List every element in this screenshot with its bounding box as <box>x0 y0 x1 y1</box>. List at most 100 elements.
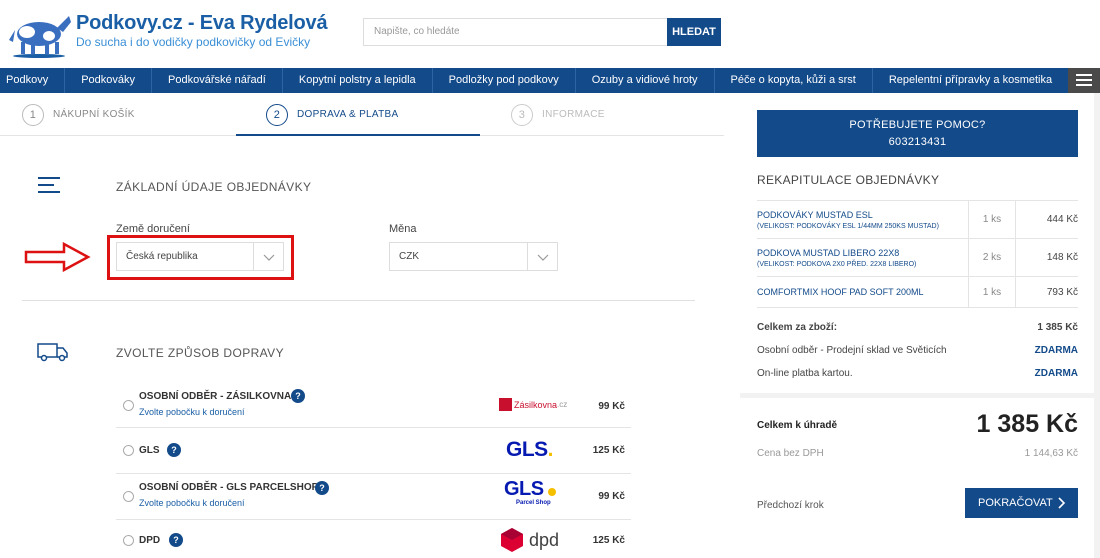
step-number: 2 <box>266 103 288 126</box>
step-information: 3 INFORMACE <box>511 93 605 136</box>
order-details-icon <box>38 177 60 195</box>
net-label: Cena bez DPH <box>757 448 824 459</box>
horse-logo-icon[interactable] <box>5 8 73 58</box>
item-variant: (VELIKOST: PODKOVÁKY ESL 1/44MM 250KS MU… <box>757 223 939 230</box>
search-button[interactable]: HLEDAT <box>667 18 721 46</box>
goods-total-label: Celkem za zboží: <box>757 322 838 333</box>
shipping-option-dpd[interactable]: DPD ? dpd 125 Kč <box>116 520 631 558</box>
radio-button[interactable] <box>123 445 134 456</box>
item-qty: 1 ks <box>968 201 1016 238</box>
item-name[interactable]: PODKOVA MUSTAD LIBERO 22X8 <box>757 248 899 258</box>
item-price: 148 Kč <box>1046 252 1078 263</box>
truck-icon <box>37 343 68 362</box>
previous-step-link[interactable]: Předchozí krok <box>757 500 824 511</box>
help-icon[interactable]: ? <box>167 443 181 457</box>
shipping-price: 99 Kč <box>598 491 625 502</box>
step-number: 1 <box>22 103 44 126</box>
radio-button[interactable] <box>123 535 134 546</box>
order-sidebar: POTŘEBUJETE POMOC? 603213431 REKAPITULAC… <box>740 93 1100 558</box>
site-header: Podkovy.cz - Eva Rydelová Do sucha i do … <box>0 0 1100 68</box>
shipping-option-gls-parcelshop[interactable]: OSOBNÍ ODBĚR - GLS PARCELSHOP ? Zvolte p… <box>116 474 631 520</box>
chevron-down-icon <box>527 243 557 270</box>
step-shipping-payment[interactable]: 2 DOPRAVA & PLATBA <box>266 93 399 136</box>
pickup-value: ZDARMA <box>1034 345 1078 356</box>
gls-logo-icon: GLS. <box>506 438 554 461</box>
help-icon[interactable]: ? <box>315 481 329 495</box>
total-label: Celkem k úhradě <box>757 420 838 431</box>
nav-item-podkovaky[interactable]: Podkováky <box>65 68 153 93</box>
order-item: PODKOVÁKY MUSTAD ESL (VELIKOST: PODKOVÁK… <box>757 200 1078 238</box>
help-phone[interactable]: 603213431 <box>757 134 1078 151</box>
step-label: NÁKUPNÍ KOŠÍK <box>53 109 135 120</box>
shipping-name: GLS <box>139 445 160 456</box>
shipping-name: DPD <box>139 535 161 546</box>
main-nav: Podkovy Podkováky Podkovářské nářadí Kop… <box>0 68 1100 93</box>
checkout-steps: 1 NÁKUPNÍ KOŠÍK 2 DOPRAVA & PLATBA 3 INF… <box>0 93 724 136</box>
checkout-main: 1 NÁKUPNÍ KOŠÍK 2 DOPRAVA & PLATBA 3 INF… <box>0 93 740 558</box>
menu-burger-icon[interactable] <box>1068 68 1100 93</box>
dpd-logo-icon: dpd <box>500 527 559 553</box>
section-divider <box>22 300 695 301</box>
shipping-title: ZVOLTE ZPŮSOB DOPRAVY <box>116 346 284 360</box>
total-value: 1 385 Kč <box>976 410 1078 438</box>
nav-item-ozuby[interactable]: Ozuby a vidiové hroty <box>576 68 715 93</box>
item-price: 444 Kč <box>1046 214 1078 225</box>
site-title[interactable]: Podkovy.cz - Eva Rydelová <box>76 12 328 35</box>
zasilkovna-logo-icon: Zásilkovna .cz <box>499 398 567 411</box>
shipping-price: 125 Kč <box>592 445 625 456</box>
radio-button[interactable] <box>123 400 134 411</box>
shipping-price: 99 Kč <box>598 401 625 412</box>
nav-item-naradi[interactable]: Podkovářské nářadí <box>152 68 283 93</box>
item-qty: 1 ks <box>968 277 1016 307</box>
nav-item-repelentni[interactable]: Repelentní přípravky a kosmetika <box>873 68 1070 93</box>
site-subtitle: Do sucha i do vodičky podkovičky od Evič… <box>76 35 311 49</box>
nav-item-polstry[interactable]: Kopytní polstry a lepidla <box>283 68 433 93</box>
currency-value: CZK <box>399 251 419 262</box>
active-step-underline <box>236 134 480 136</box>
red-arrow-icon <box>24 242 91 272</box>
payment-value: ZDARMA <box>1034 368 1078 379</box>
currency-label: Měna <box>389 223 417 235</box>
payment-label: On-line platba kartou. <box>757 368 853 379</box>
search-input[interactable]: Napište, co hledáte <box>363 18 668 46</box>
step-cart[interactable]: 1 NÁKUPNÍ KOŠÍK <box>22 93 135 136</box>
shipping-option-zasilkovna[interactable]: OSOBNÍ ODBĚR - ZÁSILKOVNA ? Zvolte poboč… <box>116 382 631 428</box>
goods-total-value: 1 385 Kč <box>1037 322 1078 333</box>
step-label: DOPRAVA & PLATBA <box>297 109 399 120</box>
payment-row: On-line platba kartou. ZDARMA <box>757 368 1078 379</box>
pick-branch-link[interactable]: Zvolte pobočku k doručení <box>139 498 245 508</box>
shipping-name: OSOBNÍ ODBĚR - ZÁSILKOVNA <box>139 391 292 402</box>
recap-title: REKAPITULACE OBJEDNÁVKY <box>757 173 940 187</box>
order-item: PODKOVA MUSTAD LIBERO 22X8 (VELIKOST: PO… <box>757 238 1078 276</box>
help-icon[interactable]: ? <box>291 389 305 403</box>
item-price: 793 Kč <box>1046 287 1078 298</box>
item-name[interactable]: COMFORTMIX HOOF PAD SOFT 200ML <box>757 287 924 297</box>
nav-item-podkovy[interactable]: Podkovy <box>0 68 66 93</box>
pick-branch-link[interactable]: Zvolte pobočku k doručení <box>139 407 245 417</box>
gls-parcelshop-logo-icon: GLS Parcel Shop <box>504 478 560 506</box>
continue-button[interactable]: POKRAČOVAT <box>965 488 1078 518</box>
help-contact-button[interactable]: POTŘEBUJETE POMOC? 603213431 <box>757 110 1078 157</box>
item-variant: (VELIKOST: PODKOVA 2X0 PŘED. 22X8 LIBERO… <box>757 261 917 268</box>
continue-label: POKRAČOVAT <box>978 497 1053 509</box>
order-summary-box: POTŘEBUJETE POMOC? 603213431 REKAPITULAC… <box>740 93 1094 393</box>
step-label: INFORMACE <box>542 109 605 120</box>
nav-item-pece[interactable]: Péče o kopyta, kůži a srst <box>715 68 873 93</box>
shipping-price: 125 Kč <box>592 535 625 546</box>
currency-select[interactable]: CZK <box>389 242 558 271</box>
highlight-box <box>107 235 294 280</box>
shipping-option-gls[interactable]: GLS ? GLS. 125 Kč <box>116 428 631 474</box>
step-number: 3 <box>511 103 533 126</box>
shipping-name: OSOBNÍ ODBĚR - GLS PARCELSHOP <box>139 482 319 493</box>
item-qty: 2 ks <box>968 239 1016 276</box>
radio-button[interactable] <box>123 491 134 502</box>
net-value: 1 144,63 Kč <box>1024 448 1078 459</box>
help-icon[interactable]: ? <box>169 533 183 547</box>
help-text: POTŘEBUJETE POMOC? <box>849 119 986 131</box>
order-item: COMFORTMIX HOOF PAD SOFT 200ML 1 ks 793 … <box>757 276 1078 308</box>
item-name[interactable]: PODKOVÁKY MUSTAD ESL <box>757 210 873 220</box>
order-total-box: Celkem k úhradě 1 385 Kč Cena bez DPH 1 … <box>740 398 1094 558</box>
pickup-label: Osobní odběr - Prodejní sklad ve Světicí… <box>757 345 947 356</box>
pickup-row: Osobní odběr - Prodejní sklad ve Světicí… <box>757 345 1078 356</box>
nav-item-podlozky[interactable]: Podložky pod podkovy <box>433 68 576 93</box>
